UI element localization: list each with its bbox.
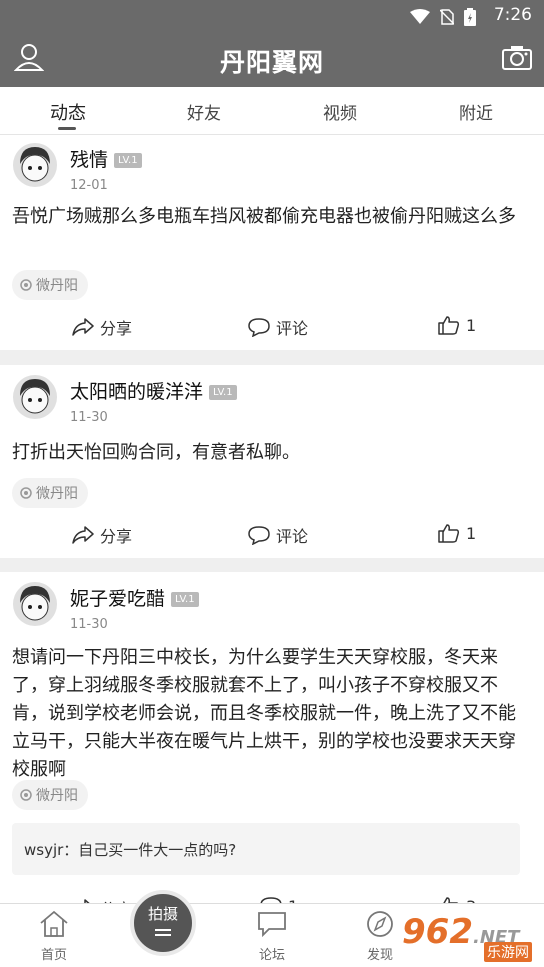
avatar[interactable] — [12, 374, 58, 420]
post-text[interactable]: 打折出天怡回购合同，有意者私聊。 — [12, 439, 532, 467]
comment-author: wsyjr： — [24, 841, 79, 859]
like-button[interactable]: 1 — [438, 315, 476, 335]
author-name: 残情 — [70, 149, 109, 171]
post-actions: 分享 评论 1 — [0, 515, 544, 555]
share-label: 分享 — [100, 319, 133, 338]
nav-forum[interactable]: 论坛 — [232, 910, 312, 963]
like-button[interactable]: 1 — [438, 523, 476, 543]
app-header: 丹阳翼网 — [0, 32, 544, 87]
topic-icon — [20, 279, 32, 291]
comment-button[interactable]: 评论 — [248, 523, 308, 547]
comment-text: 自己买一件大一点的吗? — [78, 841, 237, 859]
level-badge: LV.1 — [114, 153, 142, 168]
post-card: 残情 LV.1 12-01 吾悦广场贼那么多电瓶车挡风被都偷充电器也被偷丹阳贼这么… — [0, 135, 544, 350]
comment-icon — [248, 526, 270, 545]
wifi-icon — [410, 9, 430, 24]
comment-preview[interactable]: wsyjr：自己买一件大一点的吗? — [12, 823, 520, 875]
watermark-sub: 乐游网 — [484, 942, 532, 962]
topic-icon — [20, 789, 32, 801]
bottom-nav: 首页 拍摄 论坛 发现 962.NET 乐游网 — [0, 890, 544, 967]
level-badge: LV.1 — [171, 592, 199, 607]
topic-tag[interactable]: 微丹阳 — [12, 478, 88, 508]
post-actions: 分享 评论 1 — [0, 307, 544, 347]
share-button[interactable]: 分享 — [72, 523, 132, 547]
thumbs-up-icon — [438, 524, 460, 543]
camera-button[interactable] — [502, 44, 534, 74]
topic-label: 微丹阳 — [36, 278, 78, 294]
app-title: 丹阳翼网 — [219, 48, 324, 77]
post-text[interactable]: 吾悦广场贼那么多电瓶车挡风被都偷充电器也被偷丹阳贼这么多 — [12, 203, 532, 231]
camera-icon — [502, 46, 532, 70]
tab-friends[interactable]: 好友 — [136, 99, 272, 124]
tab-videos[interactable]: 视频 — [272, 99, 408, 124]
nav-home-label: 首页 — [40, 948, 67, 963]
tab-nearby[interactable]: 附近 — [408, 99, 544, 124]
topic-label: 微丹阳 — [36, 486, 78, 502]
post-date: 11-30 — [70, 410, 108, 425]
thumbs-up-icon — [438, 316, 460, 335]
shoot-button[interactable]: 拍摄 — [130, 890, 196, 956]
author-name: 太阳晒的暖洋洋 — [70, 381, 204, 403]
battery-icon — [464, 8, 476, 26]
comment-label: 评论 — [276, 319, 309, 338]
status-time: 7:26 — [493, 5, 532, 25]
share-label: 分享 — [100, 527, 133, 546]
topic-tag[interactable]: 微丹阳 — [12, 270, 88, 300]
status-icons — [410, 8, 476, 26]
topic-icon — [20, 487, 32, 499]
like-count: 1 — [466, 315, 477, 335]
forum-icon — [258, 912, 286, 938]
home-icon — [40, 910, 68, 937]
nav-forum-label: 论坛 — [258, 948, 285, 963]
watermark-logo: 962.NET 乐游网 — [402, 912, 538, 962]
like-count: 1 — [466, 523, 477, 543]
post-author[interactable]: 妮子爱吃醋 LV.1 — [70, 584, 199, 611]
comment-icon — [248, 318, 270, 337]
post-author[interactable]: 太阳晒的暖洋洋 LV.1 — [70, 377, 237, 404]
author-name: 妮子爱吃醋 — [70, 588, 166, 610]
post-card: 太阳晒的暖洋洋 LV.1 11-30 打折出天怡回购合同，有意者私聊。 微丹阳 分… — [0, 365, 544, 558]
menu-lines-icon — [155, 929, 171, 931]
no-sim-icon — [440, 9, 454, 25]
level-badge: LV.1 — [209, 385, 237, 400]
tab-bar: 动态 好友 视频 附近 — [0, 87, 544, 135]
comment-label: 评论 — [276, 527, 309, 546]
compass-icon — [367, 911, 393, 937]
avatar[interactable] — [12, 142, 58, 188]
share-icon — [72, 318, 94, 336]
post-card: 妮子爱吃醋 LV.1 11-30 想请问一下丹阳三中校长，为什么要学生天天穿校服，… — [0, 572, 544, 919]
share-button[interactable]: 分享 — [72, 315, 132, 339]
topic-label: 微丹阳 — [36, 788, 78, 804]
post-author[interactable]: 残情 LV.1 — [70, 145, 142, 172]
active-tab-indicator — [58, 127, 76, 130]
topic-tag[interactable]: 微丹阳 — [12, 780, 88, 810]
status-bar: 7:26 — [0, 0, 544, 32]
comment-button[interactable]: 评论 — [248, 315, 308, 339]
share-icon — [72, 526, 94, 544]
post-date: 11-30 — [70, 617, 108, 632]
avatar[interactable] — [12, 581, 58, 627]
nav-home[interactable]: 首页 — [14, 910, 94, 963]
shoot-label: 拍摄 — [147, 905, 178, 923]
tab-dynamic[interactable]: 动态 — [0, 99, 136, 125]
post-date: 12-01 — [70, 178, 108, 193]
post-text[interactable]: 想请问一下丹阳三中校长，为什么要学生天天穿校服，冬天来了，穿上羽绒服冬季校服就套… — [12, 644, 532, 784]
